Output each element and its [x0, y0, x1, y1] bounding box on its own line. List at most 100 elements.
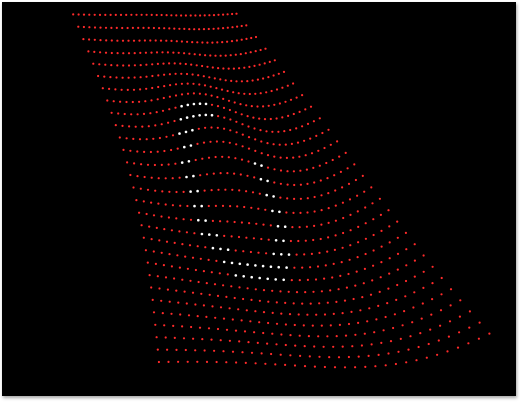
- mesh-point: [320, 324, 323, 327]
- mesh-point: [164, 276, 168, 279]
- mesh-point: [219, 54, 222, 57]
- mesh-point: [217, 67, 220, 70]
- mesh-point: [231, 12, 234, 16]
- mesh-point: [214, 204, 217, 207]
- mesh-point: [199, 14, 202, 17]
- mesh-point: [318, 251, 321, 254]
- mesh-point: [219, 220, 222, 223]
- mesh-point: [295, 127, 298, 130]
- mesh-point: [210, 189, 213, 192]
- mesh-point: [384, 364, 387, 367]
- mesh-point: [298, 155, 301, 158]
- mesh-point: [303, 345, 306, 348]
- mesh-point: [145, 87, 148, 90]
- mesh-point: [298, 226, 301, 229]
- mesh-point: [213, 349, 216, 352]
- mesh-point-highlight: [272, 252, 276, 256]
- mesh-point-highlight: [198, 114, 201, 117]
- mesh-point: [303, 365, 307, 368]
- mesh-point: [128, 125, 131, 128]
- mesh-point: [156, 98, 159, 101]
- mesh-point: [176, 147, 179, 150]
- mesh-point: [171, 134, 175, 137]
- mesh-point: [246, 115, 249, 118]
- mesh-point: [105, 39, 108, 42]
- mesh-point: [333, 366, 337, 369]
- mesh-point: [204, 93, 207, 96]
- mesh-point: [236, 205, 239, 208]
- mesh-point: [258, 321, 261, 324]
- mesh-point: [245, 104, 248, 107]
- mesh-point: [401, 324, 404, 327]
- mesh-point: [279, 182, 282, 185]
- mesh-point: [156, 150, 159, 153]
- mesh-point: [317, 335, 320, 338]
- mesh-point: [404, 295, 407, 298]
- mesh-point: [325, 161, 328, 165]
- mesh-point: [118, 136, 121, 139]
- mesh-point: [193, 28, 196, 31]
- mesh-point-highlight: [191, 128, 194, 132]
- mesh-point: [188, 52, 191, 55]
- mesh-point: [395, 298, 398, 301]
- mesh-point: [310, 152, 314, 155]
- mesh-point: [145, 138, 148, 141]
- mesh-point: [286, 170, 289, 173]
- mesh-point-highlight: [272, 195, 275, 198]
- mesh-point: [173, 277, 176, 280]
- mesh-point: [284, 343, 287, 347]
- mesh-point: [251, 191, 255, 194]
- mesh-point: [93, 13, 96, 16]
- mesh-point: [168, 62, 171, 65]
- mesh-point: [99, 39, 102, 42]
- mesh-point: [384, 315, 387, 319]
- mesh-point: [344, 151, 347, 154]
- mesh-point: [182, 190, 185, 193]
- mesh-point: [262, 331, 265, 335]
- mesh-point: [138, 100, 141, 103]
- mesh-point: [205, 360, 209, 363]
- mesh-point: [317, 149, 320, 152]
- mesh-point: [227, 99, 231, 102]
- mesh-point: [206, 65, 209, 68]
- mesh-point: [222, 106, 226, 109]
- mesh-point: [468, 326, 471, 329]
- mesh-point: [309, 105, 313, 108]
- mesh-point: [258, 117, 261, 120]
- mesh-point: [299, 197, 302, 200]
- mesh-point: [205, 173, 209, 176]
- mesh-point: [217, 27, 220, 30]
- mesh-point: [239, 103, 242, 106]
- mesh-point: [178, 266, 181, 269]
- mesh-point: [127, 52, 131, 55]
- mesh-point: [114, 124, 117, 127]
- mesh-point: [99, 26, 102, 29]
- mesh-point: [293, 266, 296, 269]
- mesh-point: [180, 14, 183, 17]
- mesh-point-highlight: [185, 116, 189, 119]
- mesh-point: [142, 236, 145, 239]
- mesh-point: [168, 300, 171, 303]
- mesh-point: [110, 111, 113, 114]
- mesh-point: [357, 355, 360, 358]
- mesh-point: [208, 293, 211, 296]
- mesh-point: [185, 231, 188, 234]
- mesh-point: [202, 304, 205, 307]
- mesh-point: [304, 239, 307, 242]
- mesh-point: [326, 177, 329, 180]
- mesh-point: [328, 356, 331, 359]
- mesh-point: [170, 39, 173, 43]
- mesh-point: [267, 300, 270, 303]
- mesh-point: [298, 110, 301, 113]
- mesh-point: [145, 13, 148, 16]
- mesh-point: [136, 150, 139, 153]
- mesh-point: [137, 26, 140, 29]
- mesh-point: [262, 223, 265, 226]
- mesh-point: [222, 284, 225, 287]
- mesh-point: [245, 309, 248, 312]
- mesh-point: [116, 39, 119, 42]
- mesh-point: [228, 108, 231, 112]
- mesh-point: [228, 339, 231, 342]
- mesh-point: [194, 158, 197, 162]
- mesh-point: [333, 174, 336, 177]
